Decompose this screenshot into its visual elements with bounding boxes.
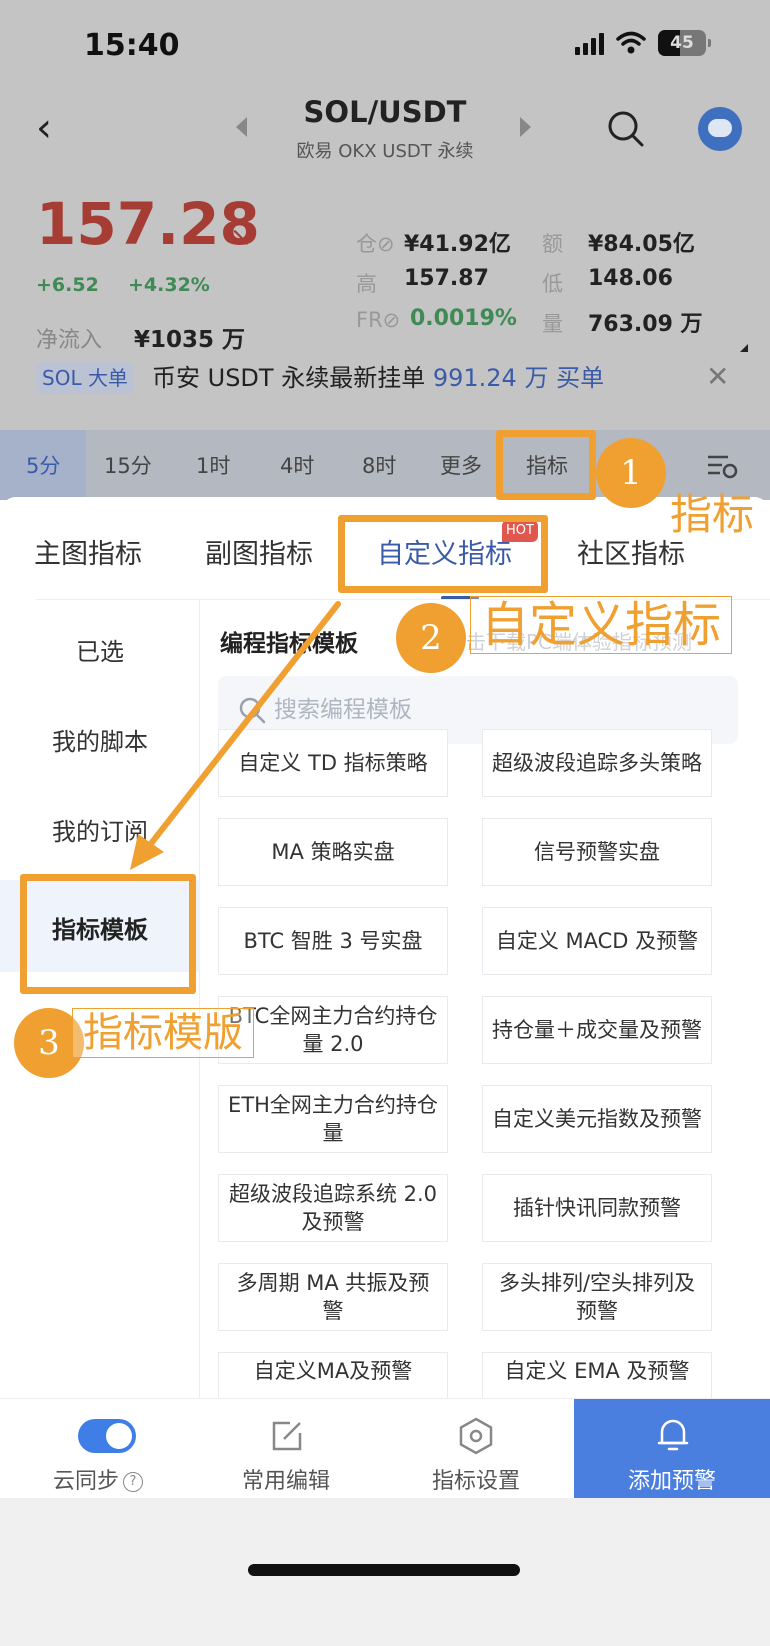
timeframe-8h[interactable]: 8时 [362, 450, 396, 480]
common-edit-label: 常用编辑 [241, 1469, 330, 1494]
template-item[interactable]: 持仓量＋成交量及预警 [482, 996, 712, 1064]
tab-main-indicators[interactable]: 主图指标 [34, 532, 142, 571]
status-bar: 15:40 45 [0, 0, 770, 95]
cloud-sync-label: 云同步? [8, 1463, 188, 1495]
edit-icon [272, 1421, 302, 1451]
template-item[interactable]: 多周期 MA 共振及预警 [218, 1263, 448, 1331]
left-nav-my-subscriptions[interactable]: 我的订阅 [0, 812, 200, 847]
announcement-action: 买单 [556, 364, 605, 392]
stat-label-volume: 量 [542, 312, 563, 336]
cloud-sync-toggle[interactable]: 云同步? [8, 1399, 188, 1499]
annotation-box-custom-tab [338, 515, 548, 593]
template-item[interactable]: 插针快讯同款预警 [482, 1174, 712, 1242]
signal-icon [575, 31, 604, 55]
template-item[interactable]: ETH全网主力合约持仓量 [218, 1085, 448, 1153]
stat-label-high: 高 [356, 272, 377, 296]
add-alert-button[interactable]: 添加预警 [574, 1399, 770, 1499]
change-absolute: +6.52 [36, 274, 99, 296]
annotation-box-template-nav [20, 874, 196, 994]
inflow-label: 净流入 [36, 328, 103, 353]
stat-value-turnover: ¥84.05亿 [588, 232, 695, 257]
wifi-icon [616, 31, 646, 54]
timeframe-more[interactable]: 更多 [440, 450, 482, 480]
inflow-value: ¥1035 万 [134, 327, 246, 353]
status-icons: 45 [575, 30, 711, 56]
annotation-box-indicator [496, 430, 596, 500]
timeframe-4h[interactable]: 4时 [280, 450, 314, 480]
add-alert-label: 添加预警 [627, 1469, 716, 1494]
search-icon[interactable] [606, 109, 646, 149]
timeframe-1h[interactable]: 1时 [196, 450, 230, 480]
indicator-settings-label: 指标设置 [431, 1469, 520, 1494]
bell-icon [657, 1419, 689, 1451]
hexagon-settings-icon [459, 1417, 493, 1455]
common-edit-button[interactable]: 常用编辑 [196, 1399, 376, 1499]
announcement-amount: 991.24 万 [432, 364, 549, 392]
template-item[interactable]: MA 策略实盘 [218, 818, 448, 886]
action-bar: 云同步? 常用编辑 指标设置 添加预警 [0, 1398, 770, 1499]
price-down-arrow-icon: ↘ [230, 222, 252, 252]
annotation-step-1: 1 [596, 438, 666, 508]
announcement-tag: SOL 大单 [36, 362, 134, 394]
template-item[interactable]: 自定义美元指数及预警 [482, 1085, 712, 1153]
stat-value-oi: ¥41.92亿 [404, 232, 511, 257]
announcement-text: 币安 USDT 永续最新挂单 991.24 万 买单 [152, 364, 605, 392]
back-arrow-icon[interactable]: ‹ [36, 105, 52, 151]
tab-community-indicators[interactable]: 社区指标 [577, 532, 685, 571]
stat-value-low: 148.06 [588, 266, 673, 291]
stat-label-funding: FR⊘ [356, 308, 401, 332]
status-time: 15:40 [84, 28, 180, 63]
template-search-input[interactable] [274, 688, 714, 732]
robot-avatar-icon[interactable] [698, 107, 742, 151]
panel-title: 编程指标模板 [220, 631, 358, 657]
template-item[interactable]: 超级波段追踪多头策略 [482, 729, 712, 797]
stat-label-turnover: 额 [542, 232, 563, 256]
tab-sub-indicators[interactable]: 副图指标 [205, 532, 313, 571]
help-icon[interactable]: ? [123, 1472, 143, 1492]
stat-label-oi: 仓⊘ [356, 232, 395, 256]
template-item[interactable]: 自定义 TD 指标策略 [218, 729, 448, 797]
battery-icon: 45 [658, 30, 711, 56]
expand-corner-icon[interactable] [740, 344, 748, 352]
exchange-subtitle: 欧易 OKX USDT 永续 [296, 141, 474, 162]
template-item[interactable]: 自定义 MACD 及预警 [482, 907, 712, 975]
toggle-switch-icon[interactable] [78, 1419, 136, 1453]
indicator-settings-button[interactable]: 指标设置 [386, 1399, 566, 1499]
annotation-label-3: 指标模版 [72, 1008, 254, 1058]
home-indicator[interactable] [248, 1564, 520, 1576]
pair-title[interactable]: SOL/USDT [260, 95, 510, 129]
next-pair-icon[interactable] [520, 117, 531, 137]
stat-label-low: 低 [542, 272, 563, 296]
annotation-step-2: 2 [396, 603, 466, 673]
template-item[interactable]: 超级波段追踪系统 2.0 及预警 [218, 1174, 448, 1242]
timeframe-15m[interactable]: 15分 [104, 450, 152, 480]
timeframe-5m[interactable]: 5分 [26, 450, 60, 480]
search-icon [239, 697, 266, 724]
template-item[interactable]: 多头排列/空头排列及预警 [482, 1263, 712, 1331]
stat-value-high: 157.87 [404, 266, 489, 291]
left-nav-selected[interactable]: 已选 [0, 632, 200, 667]
announcement-bar[interactable]: SOL 大单 币安 USDT 永续最新挂单 991.24 万 买单 ✕ [0, 358, 770, 404]
template-item[interactable]: BTC 智胜 3 号实盘 [218, 907, 448, 975]
chart-settings-icon[interactable] [706, 452, 738, 480]
prev-pair-icon[interactable] [236, 117, 247, 137]
template-item[interactable]: 信号预警实盘 [482, 818, 712, 886]
stat-value-funding: 0.0019% [410, 306, 517, 331]
last-price: 157.28 [36, 190, 260, 258]
stat-value-volume: 763.09 万 [588, 312, 703, 337]
annotation-label-2: 自定义指标 [470, 596, 733, 654]
change-percent: +4.32% [128, 274, 210, 296]
left-nav-my-scripts[interactable]: 我的脚本 [0, 722, 200, 757]
close-icon[interactable]: ✕ [706, 360, 729, 393]
annotation-label-1: 指标 [670, 490, 755, 539]
top-nav: ‹ SOL/USDT 欧易 OKX USDT 永续 [0, 95, 770, 175]
